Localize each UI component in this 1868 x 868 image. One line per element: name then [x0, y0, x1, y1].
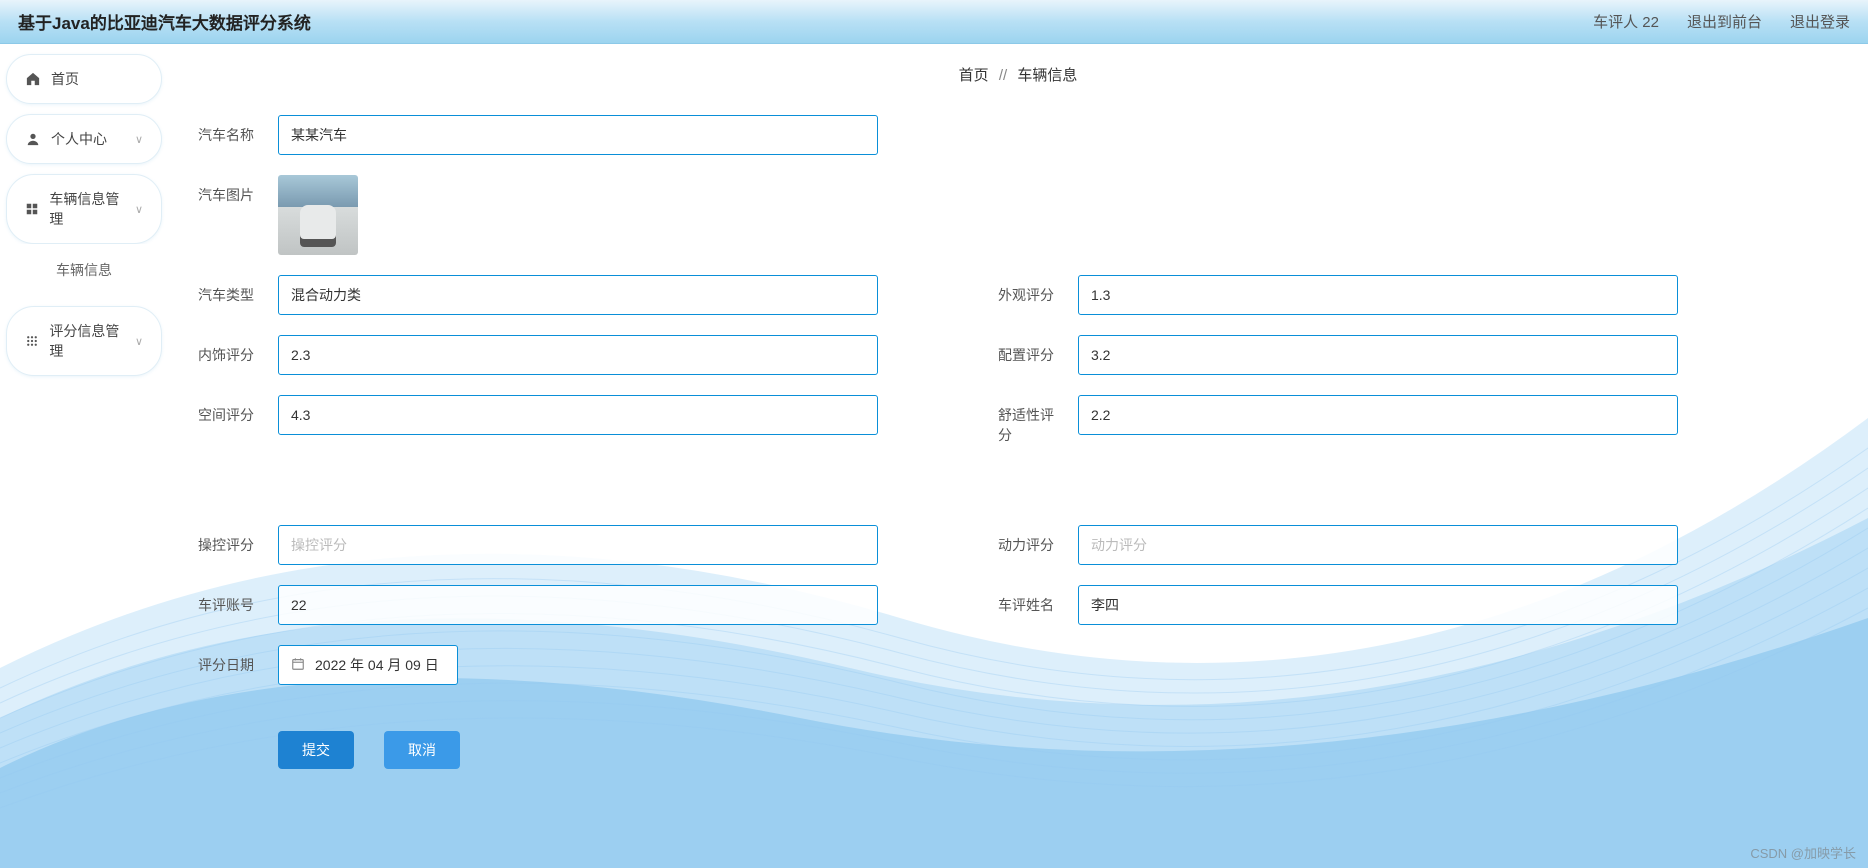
cancel-button[interactable]: 取消: [384, 731, 460, 769]
label-config: 配置评分: [998, 335, 1060, 365]
input-power[interactable]: [1078, 525, 1678, 565]
logout-link[interactable]: 退出登录: [1790, 11, 1850, 32]
sidebar-item-label: 车辆信息: [56, 260, 112, 280]
row-space: 空间评分: [198, 395, 878, 445]
row-car-image: 汽车图片: [198, 175, 878, 255]
home-icon: [25, 71, 41, 87]
label-reviewer-name: 车评姓名: [998, 585, 1060, 615]
breadcrumb-separator: //: [999, 67, 1007, 84]
main-content: 首页 // 车辆信息 汽车名称 汽车图片 汽车类型 外观评分: [168, 44, 1868, 868]
date-value: 2022 年 04 月 09 日: [315, 655, 439, 675]
grid-icon: [25, 201, 39, 217]
header-bar: 基于Java的比亚迪汽车大数据评分系统 车评人 22 退出到前台 退出登录: [0, 0, 1868, 44]
row-reviewer-name: 车评姓名: [998, 585, 1678, 625]
input-space[interactable]: [278, 395, 878, 435]
input-car-type[interactable]: [278, 275, 878, 315]
input-interior[interactable]: [278, 335, 878, 375]
input-exterior[interactable]: [1078, 275, 1678, 315]
row-control: 操控评分: [198, 525, 878, 565]
logout-to-front-link[interactable]: 退出到前台: [1687, 11, 1762, 32]
header-links: 车评人 22 退出到前台 退出登录: [1593, 11, 1850, 32]
sidebar-item-label: 首页: [51, 69, 79, 89]
label-car-type: 汽车类型: [198, 275, 260, 305]
input-reviewer-account[interactable]: [278, 585, 878, 625]
row-comfort: 舒适性评分: [998, 395, 1678, 445]
row-exterior: 外观评分: [998, 275, 1678, 315]
sidebar-item-home[interactable]: 首页: [6, 54, 162, 104]
label-car-name: 汽车名称: [198, 115, 260, 145]
label-space: 空间评分: [198, 395, 260, 425]
row-rating-date: 评分日期 2022 年 04 月 09 日: [198, 645, 878, 685]
breadcrumb-current: 车辆信息: [1017, 67, 1077, 84]
label-control: 操控评分: [198, 525, 260, 555]
user-icon: [25, 131, 41, 147]
label-power: 动力评分: [998, 525, 1060, 555]
label-rating-date: 评分日期: [198, 645, 260, 675]
sidebar-item-personal[interactable]: 个人中心 ∨: [6, 114, 162, 164]
car-image-thumbnail[interactable]: [278, 175, 358, 255]
input-reviewer-name[interactable]: [1078, 585, 1678, 625]
chevron-down-icon: ∨: [135, 335, 143, 348]
row-config: 配置评分: [998, 335, 1678, 375]
input-comfort[interactable]: [1078, 395, 1678, 435]
input-car-name[interactable]: [278, 115, 878, 155]
sidebar-item-label: 个人中心: [51, 129, 107, 149]
input-config[interactable]: [1078, 335, 1678, 375]
dots-grid-icon: [25, 333, 39, 349]
label-reviewer-account: 车评账号: [198, 585, 260, 615]
form-grid: 汽车名称 汽车图片 汽车类型 外观评分 内饰评分 配置评: [198, 115, 1678, 769]
row-car-name: 汽车名称: [198, 115, 878, 155]
header-user-label[interactable]: 车评人 22: [1593, 11, 1659, 32]
app-title: 基于Java的比亚迪汽车大数据评分系统: [18, 9, 1593, 34]
input-control[interactable]: [278, 525, 878, 565]
sidebar-item-label: 车辆信息管理: [49, 189, 125, 229]
sidebar-item-vehicle-mgmt[interactable]: 车辆信息管理 ∨: [6, 174, 162, 244]
watermark: CSDN @加映学长: [1750, 843, 1856, 862]
chevron-down-icon: ∨: [135, 133, 143, 146]
sidebar: 首页 个人中心 ∨ 车辆信息管理 ∨ 车辆信息 评分信息管理 ∨: [0, 44, 168, 868]
row-reviewer-account: 车评账号: [198, 585, 878, 625]
row-interior: 内饰评分: [198, 335, 878, 375]
sidebar-item-rating-mgmt[interactable]: 评分信息管理 ∨: [6, 306, 162, 376]
label-car-image: 汽车图片: [198, 175, 260, 205]
breadcrumb-home[interactable]: 首页: [959, 67, 989, 84]
button-row: 提交 取消: [198, 731, 1678, 769]
row-car-type: 汽车类型: [198, 275, 878, 315]
label-comfort: 舒适性评分: [998, 395, 1060, 445]
label-exterior: 外观评分: [998, 275, 1060, 305]
input-rating-date[interactable]: 2022 年 04 月 09 日: [278, 645, 458, 685]
submit-button[interactable]: 提交: [278, 731, 354, 769]
sidebar-item-label: 评分信息管理: [49, 321, 125, 361]
breadcrumb: 首页 // 车辆信息: [198, 64, 1838, 85]
calendar-icon: [291, 657, 305, 674]
sidebar-item-vehicle-info[interactable]: 车辆信息: [6, 244, 162, 296]
row-power: 动力评分: [998, 525, 1678, 565]
label-interior: 内饰评分: [198, 335, 260, 365]
chevron-down-icon: ∨: [135, 203, 143, 216]
